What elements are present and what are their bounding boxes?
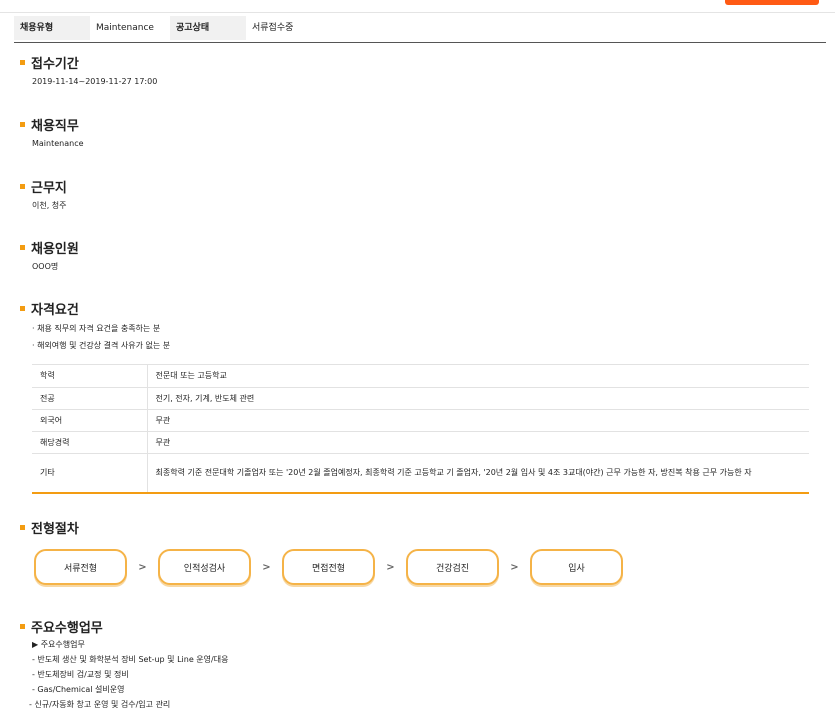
period-value: 2019-11-14~2019-11-27 17:00 <box>32 77 158 86</box>
chevron-right-icon: > <box>510 561 519 573</box>
table-label: 학력 <box>32 365 148 388</box>
type-label: 채용유형 <box>14 16 90 40</box>
square-bullet-icon <box>20 305 25 311</box>
step-aptitude: 인적성검사 <box>158 549 251 585</box>
apply-button[interactable] <box>725 0 819 5</box>
section-title: 근무지 <box>31 180 67 196</box>
table-value: 전기, 전자, 기계, 반도체 관련 <box>147 387 809 410</box>
table-value: 무관 <box>147 409 809 432</box>
section-process: 전형절차 <box>20 518 79 537</box>
status-value: 서류접수중 <box>252 23 294 33</box>
square-bullet-icon <box>20 183 25 189</box>
table-label: 외국어 <box>32 409 148 432</box>
job-value: Maintenance <box>32 139 84 148</box>
section-title: 자격요건 <box>31 302 79 318</box>
step-health-check: 건강검진 <box>406 549 499 585</box>
process-steps: 서류전형 > 인적성검사 > 면접전형 > 건강검진 > 입사 <box>34 549 623 585</box>
table-label: 해당경력 <box>32 431 148 454</box>
section-period: 접수기간 2019-11-14~2019-11-27 17:00 <box>20 53 157 88</box>
location-value: 이천, 청주 <box>32 201 67 210</box>
section-location: 근무지 이천, 청주 <box>20 177 67 212</box>
section-job: 채용직무 Maintenance <box>20 115 84 150</box>
type-value: Maintenance <box>96 23 154 33</box>
section-qualification: 자격요건 · 채용 직무의 자격 요건을 충족하는 분 · 해외여행 및 건강상… <box>20 299 170 354</box>
square-bullet-icon <box>20 524 25 530</box>
status-label: 공고상태 <box>170 16 246 40</box>
table-row: 기타 최종학력 기준 전문대학 기졸업자 또는 '20년 2월 졸업예정자, 최… <box>32 453 809 494</box>
square-bullet-icon <box>20 623 25 629</box>
section-duties: 주요수행업무 ▶ 주요수행업무 - 반도체 생산 및 화학분석 장비 Set-u… <box>20 617 228 712</box>
list-item: · 해외여행 및 건강상 결격 사유가 없는 분 <box>32 341 171 350</box>
chevron-right-icon: > <box>386 561 395 573</box>
square-bullet-icon <box>20 59 25 65</box>
section-title: 주요수행업무 <box>31 620 103 636</box>
chevron-right-icon: > <box>138 561 147 573</box>
table-row: 외국어 무관 <box>32 409 809 432</box>
table-value: 무관 <box>147 431 809 454</box>
info-divider <box>14 42 826 43</box>
step-interview: 면접전형 <box>282 549 375 585</box>
job-info-bar: 채용유형 Maintenance 공고상태 서류접수중 <box>14 16 322 40</box>
table-value: 최종학력 기준 전문대학 기졸업자 또는 '20년 2월 졸업예정자, 최종학력… <box>147 453 809 494</box>
list-item: · 채용 직무의 자격 요건을 충족하는 분 <box>32 324 161 333</box>
list-item: - Gas/Chemical 설비운영 <box>32 685 125 694</box>
step-join: 입사 <box>530 549 623 585</box>
square-bullet-icon <box>20 244 25 250</box>
requirements-table: 학력 전문대 또는 고등학교 전공 전기, 전자, 기계, 반도체 관련 외국어… <box>32 365 809 494</box>
table-value: 전문대 또는 고등학교 <box>147 365 809 388</box>
table-label: 기타 <box>32 453 148 494</box>
list-item: - 신규/자동화 창고 운영 및 검수/입고 관리 <box>29 700 171 709</box>
section-title: 채용직무 <box>31 118 79 134</box>
table-row: 학력 전문대 또는 고등학교 <box>32 365 809 388</box>
headcount-value: OOO명 <box>32 262 59 271</box>
step-document: 서류전형 <box>34 549 127 585</box>
section-title: 채용인원 <box>31 241 79 257</box>
section-headcount: 채용인원 OOO명 <box>20 238 79 273</box>
square-bullet-icon <box>20 121 25 127</box>
top-divider <box>0 12 835 13</box>
list-item: - 반도체 생산 및 화학분석 장비 Set-up 및 Line 운영/대응 <box>32 655 229 664</box>
chevron-right-icon: > <box>262 561 271 573</box>
table-row: 전공 전기, 전자, 기계, 반도체 관련 <box>32 387 809 410</box>
table-row: 해당경력 무관 <box>32 431 809 454</box>
list-item: ▶ 주요수행업무 <box>32 640 85 649</box>
section-title: 전형절차 <box>31 521 79 537</box>
list-item: - 반도체장비 검/교정 및 정비 <box>32 670 129 679</box>
table-label: 전공 <box>32 387 148 410</box>
section-title: 접수기간 <box>31 56 79 72</box>
